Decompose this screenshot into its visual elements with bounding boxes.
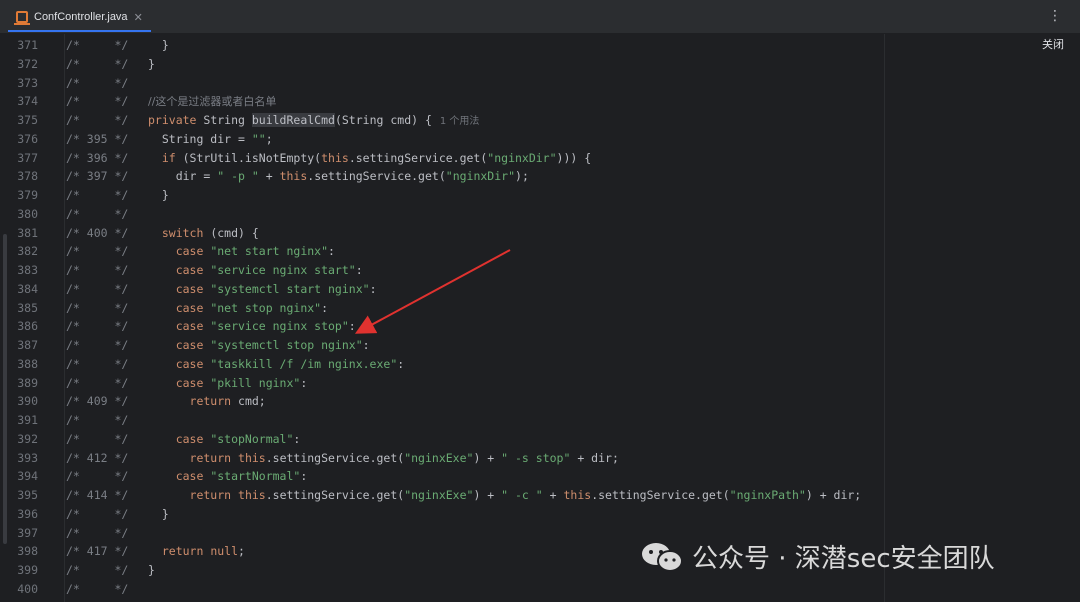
- editor-tab-bar: ConfController.java ✕ ⋮: [0, 0, 1080, 34]
- java-file-icon: [14, 11, 30, 25]
- watermark: 公众号 · 深潜sec安全团队: [640, 538, 995, 575]
- tab-label: ConfController.java: [34, 11, 128, 23]
- more-options-icon[interactable]: ⋮: [1048, 8, 1062, 24]
- close-label[interactable]: 关闭: [1042, 36, 1064, 52]
- red-arrow-annotation: [354, 249, 511, 334]
- code-editor[interactable]: 371/* */ } 372/* */} 373/* */374/* *///这个是…: [0, 34, 884, 602]
- scrollbar[interactable]: [0, 34, 10, 602]
- watermark-text: 公众号 · 深潜sec安全团队: [692, 544, 995, 574]
- scroll-thumb[interactable]: [3, 234, 7, 544]
- right-panel: 关闭: [884, 34, 1080, 602]
- tab-confcontroller[interactable]: ConfController.java ✕: [8, 4, 151, 32]
- close-tab-icon[interactable]: ✕: [134, 11, 143, 24]
- wechat-icon: [642, 542, 683, 572]
